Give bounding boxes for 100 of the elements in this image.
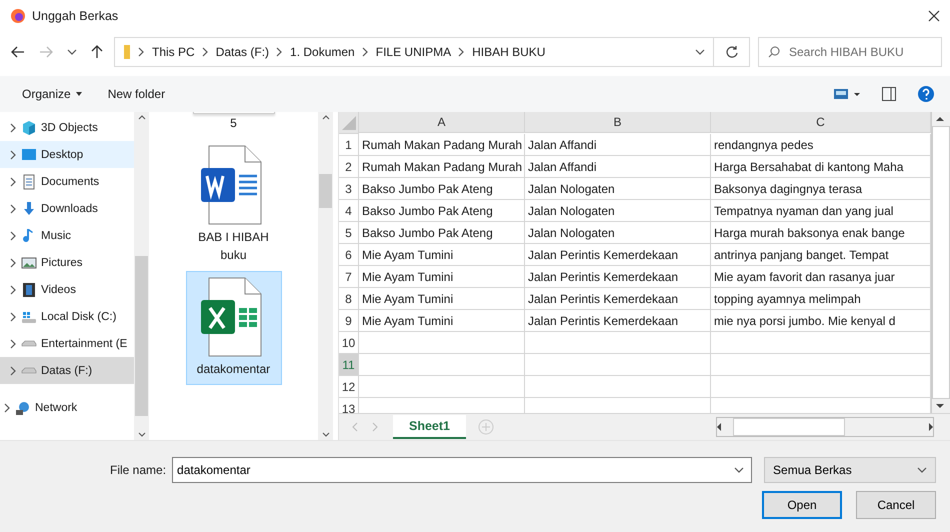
file-item[interactable]: datakomentar: [186, 271, 282, 385]
nav-item[interactable]: Entertainment (E: [0, 330, 134, 357]
expand-chevron-icon: [10, 338, 17, 348]
scrollbar[interactable]: [134, 112, 149, 440]
scroll-left-icon[interactable]: [717, 423, 721, 431]
table-cell: Harga murah baksonya enak bange: [711, 222, 931, 244]
table-cell: Jalan Perintis Kemerdekaan: [525, 244, 711, 266]
table-cell: Rumah Makan Padang Murah: [359, 134, 525, 156]
row-header: 4: [339, 200, 359, 222]
table-cell: Tempatnya nyaman dan yang jual: [711, 200, 931, 222]
scroll-down-icon[interactable]: [322, 432, 330, 437]
search-icon: [768, 46, 780, 58]
nav-item[interactable]: Local Disk (C:): [0, 303, 134, 330]
new-folder-button[interactable]: New folder: [106, 85, 168, 103]
nav-item[interactable]: Datas (F:): [0, 357, 134, 384]
scroll-right-icon[interactable]: [929, 423, 933, 431]
row-header: 2: [339, 156, 359, 178]
table-cell: Rumah Makan Padang Murah: [359, 156, 525, 178]
column-header: C: [711, 112, 931, 133]
scroll-down-icon[interactable]: [138, 432, 146, 437]
drive-icon: [21, 367, 37, 374]
table-cell: topping ayamnya melimpah: [711, 288, 931, 310]
refresh-icon: [724, 45, 738, 59]
sheet-tab[interactable]: Sheet1: [393, 415, 466, 439]
expand-chevron-icon: [10, 312, 17, 322]
nav-item[interactable]: Desktop: [0, 141, 134, 168]
expand-chevron-icon: [10, 366, 17, 376]
row-header: 9: [339, 310, 359, 332]
expand-chevron-icon: [10, 204, 17, 214]
table-cell: Bakso Jumbo Pak Ateng: [359, 178, 525, 200]
nav-item[interactable]: 3D Objects: [0, 114, 134, 141]
breadcrumb-item[interactable]: HIBAH BUKU: [472, 45, 546, 59]
table-cell: rendangnya pedes: [711, 134, 931, 156]
breadcrumb-item[interactable]: 1. Dokumen: [290, 45, 355, 59]
close-icon[interactable]: [928, 10, 940, 22]
table-cell: Jalan Perintis Kemerdekaan: [525, 310, 711, 332]
row-header: 7: [339, 266, 359, 288]
film-icon: [21, 282, 37, 298]
nav-item[interactable]: Music: [0, 222, 134, 249]
help-button[interactable]: [916, 84, 936, 104]
file-name-field[interactable]: datakomentar: [172, 457, 752, 483]
table-cell: Bakso Jumbo Pak Ateng: [359, 200, 525, 222]
expand-chevron-icon: [4, 402, 11, 412]
organize-menu-button[interactable]: Organize: [20, 85, 84, 103]
table-cell: Mie Ayam Tumini: [359, 288, 525, 310]
table-cell: Jalan Nologaten: [525, 222, 711, 244]
table-cell: Jalan Perintis Kemerdekaan: [525, 266, 711, 288]
open-button[interactable]: Open: [762, 491, 842, 519]
nav-item[interactable]: Pictures: [0, 249, 134, 276]
table-cell: Mie Ayam Tumini: [359, 310, 525, 332]
chevron-icon: [458, 47, 466, 57]
row-header: 3: [339, 178, 359, 200]
table-cell: Jalan Nologaten: [525, 200, 711, 222]
scrollbar[interactable]: [318, 112, 333, 440]
file-item[interactable]: 5: [186, 112, 282, 139]
picture-icon: [21, 254, 37, 270]
nav-item[interactable]: Network: [0, 394, 134, 421]
scroll-thumb[interactable]: [135, 256, 148, 416]
dropdown-caret-icon: [917, 467, 927, 473]
caret-icon: [67, 49, 77, 55]
table-cell: Baksonya dagingnya terasa: [711, 178, 931, 200]
scroll-up-icon[interactable]: [322, 115, 330, 120]
expand-chevron-icon: [10, 122, 17, 132]
address-bar[interactable]: This PC Datas (F:) 1. Dokumen FILE UNIPMA HIBAH BUKU: [114, 37, 714, 67]
nav-item[interactable]: Downloads: [0, 195, 134, 222]
window-title: Unggah Berkas: [32, 9, 120, 23]
breadcrumb-item[interactable]: This PC: [152, 45, 195, 59]
cube-icon: [21, 120, 37, 136]
row-header: 10: [339, 332, 359, 354]
table-cell: Jalan Affandi: [525, 156, 711, 178]
expand-chevron-icon: [10, 176, 17, 186]
row-header: 6: [339, 244, 359, 266]
file-item[interactable]: BAB I HIBAH buku: [186, 139, 282, 271]
scroll-thumb[interactable]: [319, 174, 332, 208]
table-cell: Mie ayam favorit dan rasanya juar: [711, 266, 931, 288]
view-options-button[interactable]: [832, 86, 862, 102]
drive-icon: [21, 340, 37, 347]
network-globe-icon: [15, 400, 31, 416]
chevron-icon: [202, 47, 209, 57]
refresh-button[interactable]: [714, 37, 750, 67]
file-name-label: File name:: [110, 463, 166, 477]
preview-pane-button[interactable]: [880, 85, 898, 103]
file-type-dropdown[interactable]: Semua Berkas: [764, 457, 936, 483]
chevron-icon: [138, 47, 145, 57]
nav-item[interactable]: Documents: [0, 168, 134, 195]
dropdown-caret-icon: [695, 49, 705, 55]
horizontal-scrollbar[interactable]: [716, 417, 934, 437]
scroll-thumb[interactable]: [733, 418, 845, 436]
nav-item[interactable]: Videos: [0, 276, 134, 303]
expand-chevron-icon: [10, 230, 17, 240]
caret-icon: [76, 92, 82, 96]
expand-chevron-icon: [10, 150, 17, 160]
table-cell: Jalan Nologaten: [525, 178, 711, 200]
download-arrow-icon: [21, 200, 37, 216]
cancel-button[interactable]: Cancel: [856, 491, 936, 519]
scroll-up-icon[interactable]: [138, 115, 146, 120]
breadcrumb-item[interactable]: Datas (F:): [216, 45, 270, 59]
search-field[interactable]: Search HIBAH BUKU: [758, 37, 942, 67]
breadcrumb-item[interactable]: FILE UNIPMA: [376, 45, 452, 59]
row-header: 5: [339, 222, 359, 244]
